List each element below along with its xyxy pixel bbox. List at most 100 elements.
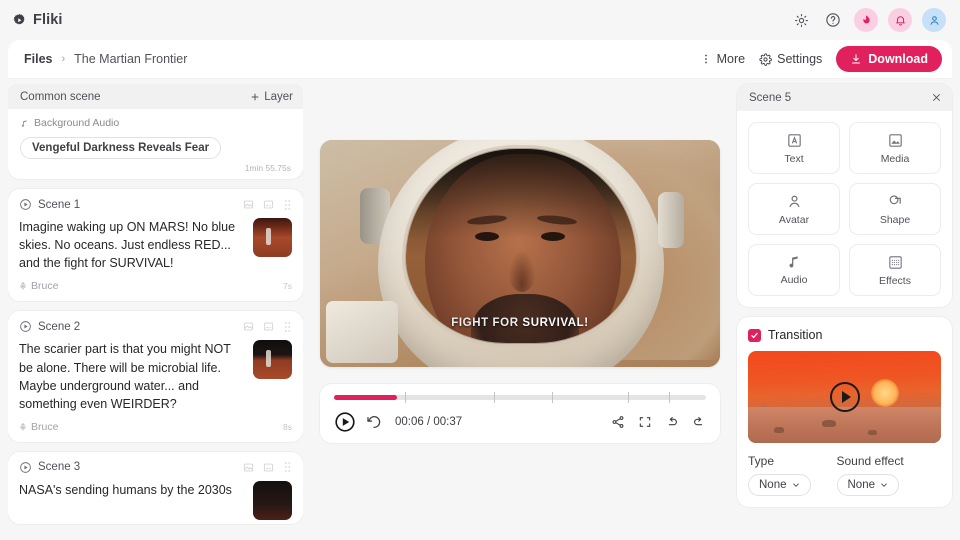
- scene-thumbnail[interactable]: [253, 218, 292, 257]
- transition-play-button[interactable]: [829, 382, 860, 412]
- astronaut-chest-pack: [326, 301, 398, 363]
- transition-preview[interactable]: [748, 351, 941, 443]
- drag-handle-icon[interactable]: [283, 199, 292, 211]
- insert-element-grid: Text Media Avatar Shape Audio Effects: [737, 111, 952, 307]
- transition-checkbox[interactable]: [748, 328, 761, 342]
- scene-card[interactable]: Scene 1 Imagine waking up ON MARS! No bl…: [8, 189, 303, 302]
- breadcrumb-files[interactable]: Files: [24, 52, 53, 66]
- workspace: Common scene Layer Background Audio Veng…: [0, 78, 960, 540]
- scene-duration: 7s: [283, 281, 292, 292]
- insert-media-button[interactable]: Media: [849, 122, 941, 174]
- fullscreen-icon[interactable]: [638, 415, 652, 429]
- scene-card-body: NASA's sending humans by the 2030s: [19, 480, 292, 520]
- scene-card-header: Scene 1: [19, 198, 292, 211]
- scene-tools: [243, 199, 292, 211]
- app-name: Fliki: [33, 12, 63, 28]
- image-icon[interactable]: [243, 462, 254, 473]
- player-control-row: 00:06 / 00:37: [334, 411, 706, 433]
- timeline-tick: [668, 392, 671, 403]
- scene-tools: [243, 461, 292, 473]
- redo-icon[interactable]: [692, 415, 706, 429]
- undo-icon[interactable]: [665, 415, 679, 429]
- user-avatar-icon[interactable]: [922, 8, 946, 32]
- scene-script-text[interactable]: Imagine waking up ON MARS! No blue skies…: [19, 218, 245, 272]
- scene-list-panel[interactable]: Common scene Layer Background Audio Veng…: [8, 84, 303, 540]
- app-logo[interactable]: Fliki: [12, 12, 63, 28]
- chevron-down-icon: [792, 483, 799, 487]
- inspector-header: Scene 5: [737, 84, 952, 111]
- insert-audio-button[interactable]: Audio: [748, 244, 840, 296]
- kebab-menu-icon: [704, 54, 707, 64]
- add-layer-button[interactable]: Layer: [250, 91, 293, 103]
- timeline-scrubber[interactable]: [334, 392, 706, 403]
- transition-sound-label: Sound effect: [836, 454, 904, 468]
- helmet-earpod-right: [658, 192, 684, 248]
- inspector-panel: Scene 5 Text Media Avatar Shape Audio Ef…: [737, 84, 952, 540]
- bell-icon[interactable]: [888, 8, 912, 32]
- more-button[interactable]: More: [700, 52, 745, 66]
- breadcrumb: Files › The Martian Frontier: [24, 52, 187, 66]
- background-audio-label: Background Audio: [34, 117, 120, 129]
- scene-script-text[interactable]: NASA's sending humans by the 2030s: [19, 481, 245, 520]
- more-label: More: [716, 52, 746, 66]
- transition-type-value: None: [759, 479, 787, 491]
- gear-icon: [759, 52, 773, 66]
- astronaut-figure: [266, 228, 271, 245]
- transition-options-row: Type None Sound effect None: [748, 454, 941, 496]
- insert-avatar-label: Avatar: [778, 213, 810, 226]
- drag-handle-icon[interactable]: [283, 321, 292, 333]
- scene-voice[interactable]: Bruce: [19, 280, 58, 292]
- image-icon[interactable]: [243, 321, 254, 332]
- help-circle-icon[interactable]: [822, 9, 844, 31]
- scene-card[interactable]: Scene 3 NASA's sending humans by the 203…: [8, 451, 303, 524]
- share-icon[interactable]: [611, 415, 625, 429]
- common-scene-card: Common scene Layer Background Audio Veng…: [8, 84, 303, 179]
- drag-handle-icon[interactable]: [283, 461, 292, 473]
- scene-card[interactable]: Scene 2 The scarier part is that you mig…: [8, 311, 303, 442]
- transition-card: Transition Type None Sound effect None: [737, 317, 952, 507]
- play-circle-icon[interactable]: [19, 461, 32, 474]
- download-button[interactable]: Download: [836, 46, 942, 72]
- scene-duration: 8s: [283, 421, 292, 432]
- transition-header: Transition: [748, 328, 941, 342]
- insert-shape-button[interactable]: Shape: [849, 183, 941, 235]
- player-right-actions: [611, 415, 706, 429]
- insert-effects-button[interactable]: Effects: [849, 244, 941, 296]
- chevron-down-icon: [881, 483, 887, 487]
- scene-script-text[interactable]: The scarier part is that you might NOT b…: [19, 340, 245, 413]
- play-circle-icon[interactable]: [19, 320, 32, 333]
- timeline-tick: [551, 392, 554, 403]
- insert-audio-label: Audio: [780, 274, 808, 286]
- subtitle-icon[interactable]: [263, 321, 274, 332]
- subtitle-icon[interactable]: [263, 199, 274, 210]
- scene-card-body: The scarier part is that you might NOT b…: [19, 340, 292, 413]
- flame-icon[interactable]: [854, 8, 878, 32]
- play-circle-icon[interactable]: [19, 198, 32, 211]
- replay-icon[interactable]: [366, 414, 382, 430]
- transition-sound-select[interactable]: None: [836, 474, 899, 496]
- image-icon[interactable]: [243, 199, 254, 210]
- play-circle-icon[interactable]: [334, 411, 356, 433]
- scene-card-header: Scene 2: [19, 320, 292, 333]
- insert-media-label: Media: [880, 152, 910, 165]
- insert-text-button[interactable]: Text: [748, 122, 840, 174]
- video-preview[interactable]: FIGHT FOR SURVIVAL!: [320, 140, 720, 367]
- transition-rock: [822, 420, 836, 427]
- theme-sun-icon[interactable]: [790, 9, 812, 31]
- music-note-icon: [21, 119, 27, 127]
- caption-overlay: FIGHT FOR SURVIVAL!: [320, 317, 720, 329]
- scene-voice[interactable]: Bruce: [19, 421, 58, 433]
- settings-label: Settings: [777, 52, 823, 66]
- download-icon: [852, 54, 861, 64]
- settings-button[interactable]: Settings: [759, 52, 822, 66]
- microphone-icon: [20, 423, 26, 431]
- close-icon[interactable]: [931, 92, 942, 103]
- music-note-icon: [789, 256, 798, 268]
- scene-thumbnail[interactable]: [253, 340, 292, 380]
- transition-type-select[interactable]: None: [748, 474, 811, 496]
- subtitle-icon[interactable]: [263, 462, 274, 473]
- scene-thumbnail[interactable]: [253, 480, 292, 520]
- scene-label: Scene 1: [38, 198, 81, 211]
- insert-avatar-button[interactable]: Avatar: [748, 183, 840, 235]
- background-audio-track-chip[interactable]: Vengeful Darkness Reveals Fear: [20, 137, 222, 159]
